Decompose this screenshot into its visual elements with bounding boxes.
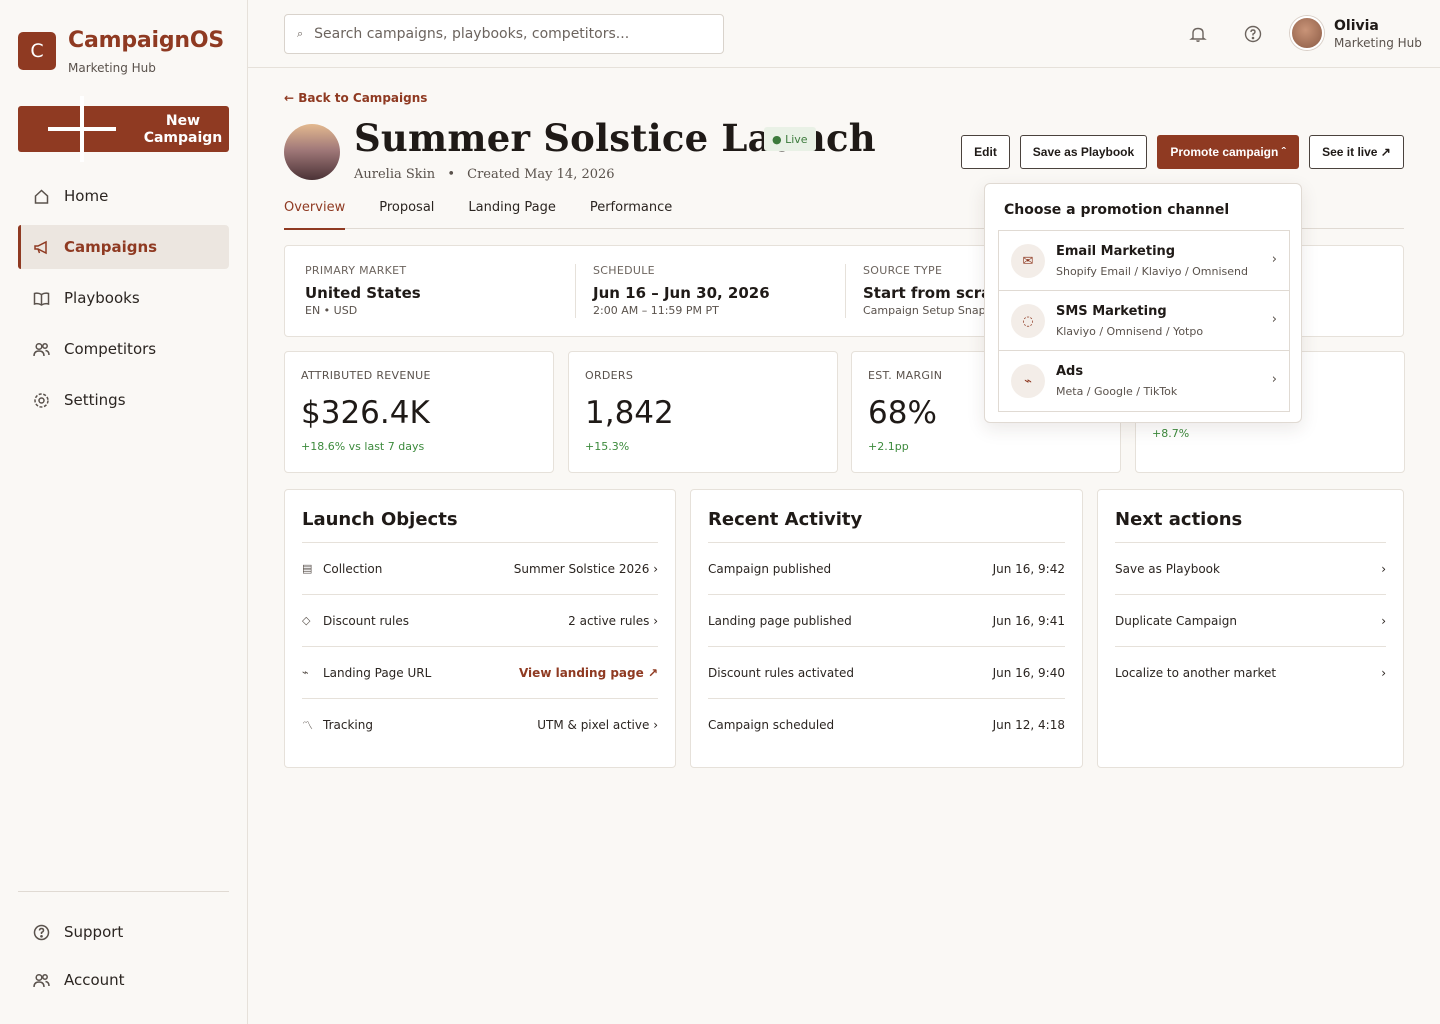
chevron-right-icon: ›: [1271, 312, 1277, 327]
link-icon: ⌁: [302, 666, 309, 679]
tab-overview[interactable]: Overview: [284, 196, 346, 230]
panel-title: Next actions: [1115, 490, 1386, 543]
help-icon: [32, 923, 50, 941]
activity-row: Discount rules activated Jun 16, 9:40: [708, 647, 1065, 699]
sidebar: C CampaignOS Marketing Hub New Campaign …: [0, 0, 248, 1024]
campaign-image: [284, 124, 340, 180]
created-date: Created May 14, 2026: [467, 167, 615, 182]
menu-item-sms-marketing[interactable]: ◌ SMS Marketing Klaviyo / Omnisend / Yot…: [999, 291, 1289, 351]
logo-badge: C: [18, 32, 56, 70]
sidebar-item-label: Campaigns: [64, 238, 158, 256]
back-to-campaigns-link[interactable]: ← Back to Campaigns: [284, 91, 427, 105]
megaphone-icon: [32, 238, 50, 256]
sidebar-item-account[interactable]: Account: [18, 958, 229, 1002]
app-subtitle: Marketing Hub: [68, 61, 156, 75]
metric-card-orders: ORDERS 1,842 +15.3%: [568, 351, 838, 473]
book-icon: [32, 289, 50, 307]
schedule: SCHEDULE Jun 16 – Jun 30, 2026 2:00 AM –…: [593, 264, 770, 317]
message-icon: ◌: [1011, 304, 1045, 338]
sidebar-item-label: Account: [64, 971, 125, 989]
next-actions-panel: Next actions Save as Playbook › Duplicat…: [1097, 489, 1404, 768]
duplicate-campaign-action[interactable]: Duplicate Campaign ›: [1115, 595, 1386, 647]
menu-title: Choose a promotion channel: [1004, 202, 1230, 218]
sidebar-item-label: Competitors: [64, 340, 157, 358]
list-item[interactable]: ◇ Discount rules 2 active rules ›: [302, 595, 658, 647]
sidebar-nav: Home Campaigns Playbooks Competitors Set…: [18, 174, 229, 429]
chevron-right-icon: ›: [1381, 613, 1386, 628]
tab-landing-page[interactable]: Landing Page: [468, 196, 555, 229]
sidebar-item-playbooks[interactable]: Playbooks: [18, 276, 229, 320]
list-item: ⌁ Landing Page URL View landing page ↗: [302, 647, 658, 699]
channel-list: ✉ Email Marketing Shopify Email / Klaviy…: [998, 230, 1290, 412]
divider: [575, 264, 576, 318]
campaign-meta: Aurelia Skin • Created May 14, 2026: [354, 167, 615, 182]
status-badge: ● Live: [764, 127, 816, 151]
ads-icon: ⌁: [1011, 364, 1045, 398]
gear-icon: [32, 391, 50, 409]
save-as-playbook-button[interactable]: Save as Playbook: [1020, 135, 1147, 169]
help-icon[interactable]: [1243, 24, 1263, 44]
new-campaign-label: New Campaign: [143, 113, 223, 146]
search-input[interactable]: ⌕ Search campaigns, playbooks, competito…: [284, 14, 724, 54]
activity-row: Campaign published Jun 16, 9:42: [708, 543, 1065, 595]
topbar: ⌕ Search campaigns, playbooks, competito…: [248, 0, 1440, 68]
activity-row: Campaign scheduled Jun 12, 4:18: [708, 718, 1065, 732]
user-name: Olivia: [1334, 18, 1379, 34]
sidebar-item-label: Support: [64, 923, 124, 941]
tag-icon: ◇: [302, 614, 311, 627]
tab-performance[interactable]: Performance: [590, 196, 672, 229]
list-item[interactable]: ▤ Collection Summer Solstice 2026 ›: [302, 543, 658, 595]
tab-proposal[interactable]: Proposal: [379, 196, 434, 229]
user-subtitle: Marketing Hub: [1334, 36, 1422, 50]
promote-campaign-button[interactable]: Promote campaign ˆ: [1157, 135, 1299, 169]
bell-icon[interactable]: [1188, 24, 1208, 44]
users-icon: [32, 340, 50, 358]
sidebar-bottom-nav: Support Account: [18, 910, 229, 1006]
sidebar-divider: [18, 891, 229, 892]
sidebar-item-label: Home: [64, 187, 109, 205]
sidebar-item-competitors[interactable]: Competitors: [18, 327, 229, 371]
menu-item-email-marketing[interactable]: ✉ Email Marketing Shopify Email / Klaviy…: [999, 231, 1289, 291]
chevron-right-icon: ›: [1271, 372, 1277, 387]
panel-title: Recent Activity: [708, 490, 1065, 543]
promotion-channel-menu: Choose a promotion channel ✉ Email Marke…: [984, 183, 1302, 423]
chevron-right-icon: ›: [1381, 666, 1386, 680]
launch-objects-panel: Launch Objects ▤ Collection Summer Solsti…: [284, 489, 676, 768]
save-as-playbook-action[interactable]: Save as Playbook ›: [1115, 543, 1386, 595]
search-icon: ⌕: [297, 27, 304, 40]
campaign-brand: Aurelia Skin: [354, 167, 436, 182]
avatar[interactable]: [1290, 16, 1324, 50]
tracking-icon: 〽: [302, 719, 313, 732]
view-landing-page-link[interactable]: View landing page ↗: [519, 666, 658, 680]
collection-icon: ▤: [302, 562, 313, 575]
recent-activity-panel: Recent Activity Campaign published Jun 1…: [690, 489, 1083, 768]
metric-card-revenue: ATTRIBUTED REVENUE $326.4K +18.6% vs las…: [284, 351, 554, 473]
chevron-right-icon: ›: [1271, 252, 1277, 267]
chevron-right-icon: ›: [1381, 561, 1386, 576]
panel-title: Launch Objects: [302, 490, 658, 543]
users-icon: [32, 971, 50, 989]
see-it-live-button[interactable]: See it live ↗: [1309, 135, 1404, 169]
localize-campaign-action[interactable]: Localize to another market ›: [1115, 647, 1386, 699]
divider: [845, 264, 846, 318]
list-item[interactable]: 〽 Tracking UTM & pixel active ›: [302, 699, 658, 751]
app-name: CampaignOS: [68, 28, 225, 53]
primary-market: PRIMARY MARKET United States EN • USD: [305, 264, 421, 317]
edit-button[interactable]: Edit: [961, 135, 1010, 169]
activity-row: Landing page published Jun 16, 9:41: [708, 595, 1065, 647]
sidebar-item-settings[interactable]: Settings: [18, 378, 229, 422]
mail-icon: ✉: [1011, 244, 1045, 278]
new-campaign-button[interactable]: New Campaign: [18, 96, 229, 162]
home-icon: [32, 187, 50, 205]
search-placeholder: Search campaigns, playbooks, competitors…: [314, 26, 630, 42]
sidebar-item-label: Settings: [64, 391, 126, 409]
sidebar-item-support[interactable]: Support: [18, 910, 229, 954]
sidebar-item-label: Playbooks: [64, 289, 140, 307]
sidebar-item-campaigns[interactable]: Campaigns: [18, 225, 229, 269]
menu-item-ads[interactable]: ⌁ Ads Meta / Google / TikTok ›: [999, 351, 1289, 411]
sidebar-item-home[interactable]: Home: [18, 174, 229, 218]
